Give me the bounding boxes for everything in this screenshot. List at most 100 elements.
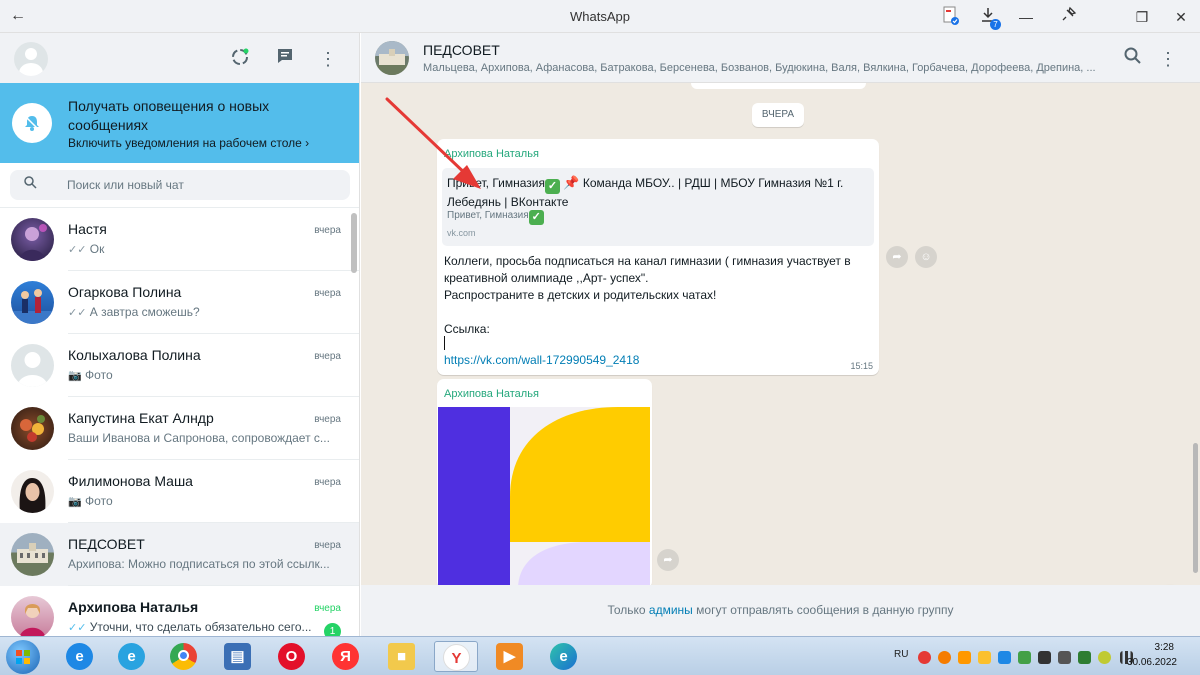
chat-preview: Ваши Иванова и Сапронова, сопровождает с…	[68, 431, 330, 445]
lifebuoy-tray-icon[interactable]	[938, 651, 951, 664]
chat-name: Филимонова Маша	[68, 473, 193, 489]
unread-badge: 1	[324, 623, 341, 636]
language-indicator[interactable]: RU	[894, 649, 908, 660]
search-icon[interactable]	[24, 176, 37, 192]
warning-tray-icon[interactable]	[958, 651, 971, 664]
new-chat-icon[interactable]	[273, 47, 297, 71]
folder-icon: ■	[388, 643, 415, 670]
minimize-button[interactable]: —	[1015, 6, 1037, 28]
pushpin-icon: 📌	[563, 175, 580, 190]
security-tray-icon[interactable]	[1078, 651, 1091, 664]
chat-name: Капустина Екат Алндр	[68, 410, 214, 426]
pin-window-icon[interactable]	[1058, 6, 1080, 28]
left-header: ⋮	[0, 33, 359, 83]
message-link[interactable]: https://vk.com/wall-172990549_2418	[444, 353, 639, 367]
admins-only-notice: Только админы могут отправлять сообщения…	[361, 585, 1200, 636]
file-badge-icon[interactable]	[940, 6, 962, 28]
close-button[interactable]: ✕	[1170, 6, 1192, 28]
double-check-icon: ✓✓	[68, 622, 87, 634]
camera-icon: 📷	[68, 496, 82, 508]
message-area-scrollbar[interactable]	[1193, 443, 1198, 573]
message-sender: Архипова Наталья	[444, 148, 539, 160]
taskbar-yandex-browser[interactable]: Y	[434, 641, 478, 672]
notification-banner[interactable]: Получать оповещения о новых сообщениях В…	[0, 83, 359, 163]
bell-off-icon	[12, 103, 52, 143]
menu-icon[interactable]: ⋮	[316, 47, 340, 71]
menu-icon[interactable]: ⋮	[1156, 47, 1180, 71]
enable-notifications-link[interactable]: Включить уведомления на рабочем столе ›	[68, 136, 309, 150]
previous-message-bubble	[691, 83, 866, 89]
arrow-left-icon[interactable]: ←	[10, 7, 26, 25]
taskbar-opera[interactable]: O	[270, 641, 314, 672]
chat-name: ПЕДСОВЕТ	[68, 536, 145, 552]
check-mark-icon: ✓	[545, 179, 560, 194]
group-avatar[interactable]	[375, 41, 409, 75]
message-area[interactable]: ВЧЕРА Архипова Наталья Привет, Гимназия ✓…	[361, 83, 1200, 585]
notification-title: Получать оповещения о новых сообщениях	[68, 98, 270, 133]
conversation-header[interactable]: ПЕДСОВЕТ Мальцева, Архипова, Афанасова, …	[361, 33, 1200, 83]
chat-item-arkhipova[interactable]: Архипова Наталья вчера ✓✓ Уточни, что сд…	[0, 586, 359, 636]
chrome-icon	[170, 643, 197, 670]
clock-time[interactable]: 3:28	[1155, 642, 1174, 653]
forward-icon[interactable]: ➦	[657, 549, 679, 571]
chat-preview: ✓✓ Ок	[68, 242, 105, 256]
edge-icon: e	[550, 643, 577, 670]
message-time: 15:15	[850, 361, 873, 371]
message-bubble[interactable]: Архипова Наталья Привет, Гимназия ✓ 📌 Ком…	[437, 139, 879, 375]
link-preview-description: Привет, Гимназия ✓	[447, 210, 544, 225]
chat-preview: 📷 Фото	[68, 494, 113, 508]
avatar	[11, 218, 54, 261]
chat-time: вчера	[314, 288, 341, 299]
search-input[interactable]	[67, 170, 337, 200]
chat-list-scrollbar[interactable]	[351, 213, 357, 273]
taskbar-edge[interactable]: e	[542, 641, 586, 672]
chat-item-filimonova[interactable]: Филимонова Маша вчера 📷 Фото	[0, 460, 359, 523]
internet-explorer-icon: e	[66, 643, 93, 670]
taskbar-chrome[interactable]	[162, 641, 206, 672]
taskbar-ie[interactable]: e	[110, 641, 154, 672]
chat-item-nastya[interactable]: Настя вчера ✓✓ Ок	[0, 208, 359, 271]
chat-preview: ✓✓ Уточни, что сделать обязательно сего.…	[68, 620, 312, 634]
my-avatar[interactable]	[14, 42, 48, 76]
tray-icon[interactable]	[978, 651, 991, 664]
network-icon: ▤	[224, 643, 251, 670]
emoji-reaction-icon[interactable]: ☺	[915, 246, 937, 268]
chat-preview: 📷 Фото	[68, 368, 113, 382]
start-button[interactable]	[6, 640, 40, 674]
message-image[interactable]	[438, 407, 650, 585]
search-icon[interactable]	[1121, 47, 1145, 71]
chat-item-ogarkova[interactable]: Огаркова Полина вчера ✓✓ А завтра сможеш…	[0, 271, 359, 334]
yandex-tray-icon[interactable]	[918, 651, 931, 664]
check-mark-icon: ✓	[528, 210, 544, 225]
chat-item-kolykhalova[interactable]: Колыхалова Полина вчера 📷 Фото	[0, 334, 359, 397]
speaker-tray-icon[interactable]	[1058, 651, 1071, 664]
avatar	[11, 470, 54, 513]
link-preview[interactable]: Привет, Гимназия ✓ 📌 Команда МБОУ.. | РДШ…	[442, 168, 874, 246]
taskbar-media-player[interactable]: ▶	[488, 641, 532, 672]
double-check-icon: ✓✓	[68, 307, 87, 319]
device-tray-icon[interactable]	[1038, 651, 1051, 664]
search-box	[10, 170, 350, 200]
link-preview-domain: vk.com	[447, 228, 476, 238]
clock-date[interactable]: 30.06.2022	[1127, 657, 1177, 668]
download-icon[interactable]: 7	[977, 6, 1001, 30]
link-preview-title: Привет, Гимназия ✓ 📌 Команда МБОУ.. | РДШ…	[447, 175, 844, 209]
taskbar-network-app[interactable]: ▤	[216, 641, 260, 672]
yandex-disk-tray-icon[interactable]	[1098, 651, 1111, 664]
sync-tray-icon[interactable]	[1018, 651, 1031, 664]
forward-icon[interactable]: ➦	[886, 246, 908, 268]
taskbar-ie-old[interactable]: e	[58, 641, 102, 672]
shield-tray-icon[interactable]	[998, 651, 1011, 664]
chat-item-kapustina[interactable]: Капустина Екат Алндр вчера Ваши Иванова …	[0, 397, 359, 460]
chat-item-pedsovet[interactable]: ПЕДСОВЕТ вчера Архипова: Можно подписать…	[0, 523, 359, 586]
admins-link[interactable]: админы	[649, 603, 693, 617]
status-icon[interactable]	[228, 47, 252, 71]
restore-button[interactable]: ❐	[1131, 6, 1153, 28]
text-caret	[444, 336, 445, 350]
chat-name: Архипова Наталья	[68, 599, 199, 615]
message-bubble-image[interactable]: Архипова Наталья	[437, 379, 652, 585]
conversation-panel: ПЕДСОВЕТ Мальцева, Архипова, Афанасова, …	[361, 33, 1200, 636]
taskbar-yandex-ya[interactable]: Я	[324, 641, 368, 672]
taskbar-explorer[interactable]: ■	[380, 641, 424, 672]
group-members: Мальцева, Архипова, Афанасова, Батракова…	[423, 62, 1096, 74]
